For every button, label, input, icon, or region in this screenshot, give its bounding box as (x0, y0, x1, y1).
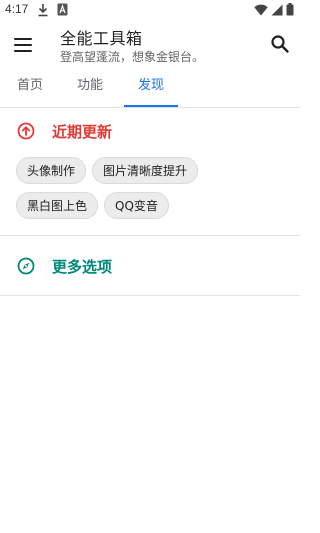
wifi-icon (254, 4, 268, 15)
more-options-header: 更多选项 (0, 243, 300, 289)
more-options-section[interactable]: 更多选项 (0, 237, 300, 296)
download-icon (38, 4, 48, 17)
tab-discover[interactable]: 发现 (124, 72, 178, 107)
chip-bw-colorize[interactable]: 黑白图上色 (16, 192, 99, 219)
app-title: 全能工具箱 (60, 29, 143, 48)
chip-avatar-maker[interactable]: 头像制作 (16, 157, 87, 184)
battery-icon (286, 3, 294, 16)
tab-features[interactable]: 功能 (66, 72, 114, 107)
compass-icon (17, 257, 35, 275)
status-bar: 4:17 (0, 0, 300, 22)
tab-home[interactable]: 首页 (6, 72, 54, 107)
app-subtitle: 登高望蓬流，想象金银台。 (60, 50, 205, 64)
status-time: 4:17 (5, 2, 29, 16)
arrow-up-circle-icon (17, 122, 35, 140)
recent-updates-section: 近期更新 头像制作 图片清晰度提升 黑白图上色 QQ变音 (0, 108, 300, 236)
recent-updates-title: 近期更新 (52, 123, 113, 141)
more-options-title: 更多选项 (52, 258, 113, 276)
search-icon[interactable] (270, 34, 290, 54)
tab-bar: 首页 功能 发现 (0, 72, 300, 108)
chip-qq-voice-change[interactable]: QQ变音 (104, 192, 169, 219)
signal-icon (271, 4, 283, 15)
recent-updates-header: 近期更新 (0, 108, 300, 154)
tab-active-indicator (124, 105, 178, 107)
menu-icon[interactable] (14, 38, 32, 52)
chip-image-sharpen[interactable]: 图片清晰度提升 (92, 157, 199, 184)
app-bar: 全能工具箱 登高望蓬流，想象金银台。 (0, 22, 300, 70)
tab-discover-label: 发现 (137, 78, 164, 93)
a-notification-icon (57, 3, 68, 16)
